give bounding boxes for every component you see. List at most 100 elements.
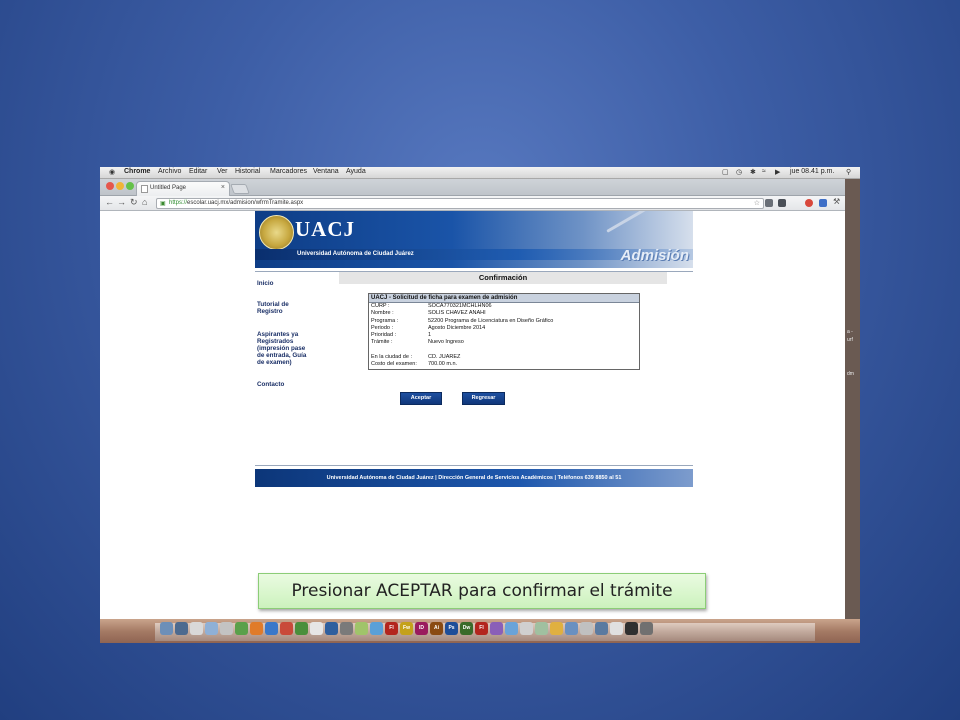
dock-app-icon[interactable] [610, 622, 623, 635]
sidebar-item-contacto[interactable]: Contacto [257, 381, 284, 388]
dock-app-icon[interactable] [250, 622, 263, 635]
accept-button[interactable]: Aceptar [400, 392, 442, 405]
summary-label: Periodo : [371, 324, 394, 331]
dock-app-icon[interactable] [505, 622, 518, 635]
summary-header: UACJ - Solicitud de ficha para examen de… [369, 294, 639, 303]
bookmark-star-icon[interactable]: ☆ [754, 199, 760, 207]
zoom-window-icon[interactable] [126, 182, 134, 190]
dock-app-icon[interactable] [295, 622, 308, 635]
uacj-page: UACJ Universidad Autónoma de Ciudad Juár… [255, 211, 693, 487]
dock-app-icon[interactable]: ID [415, 622, 428, 635]
dock-app-icon[interactable] [490, 622, 503, 635]
menubar-clock[interactable]: jue 08.41 p.m. [790, 168, 834, 175]
dock-app-icon[interactable] [595, 622, 608, 635]
summary-label: En la ciudad de : [371, 354, 412, 361]
dock-app-icon[interactable]: Dw [460, 622, 473, 635]
summary-row: Trámite : Nuevo Ingreso [370, 339, 554, 346]
dock-app-icon[interactable] [565, 622, 578, 635]
wifi-icon[interactable]: ≈ [762, 168, 766, 175]
dock-app-icon[interactable] [190, 622, 203, 635]
summary-value: 700.00 m.n. [428, 361, 458, 368]
back-arrow-icon[interactable]: ← [105, 197, 114, 207]
dock-app-icon[interactable]: Fw [400, 622, 413, 635]
summary-value: 52200 Programa de Licenciatura en Diseño… [428, 317, 554, 324]
wrench-menu-icon[interactable]: ⚒ [833, 197, 840, 206]
menu-ventana[interactable]: Ventana [313, 168, 339, 175]
menu-archivo[interactable]: Archivo [158, 168, 181, 175]
back-button[interactable]: Regresar [462, 392, 505, 405]
volume-icon[interactable]: ▶ [775, 168, 780, 176]
dock-app-icon[interactable]: Fl [385, 622, 398, 635]
dock-app-icon[interactable] [340, 622, 353, 635]
summary-value: Nuevo Ingreso [428, 339, 464, 346]
dock-app-icon[interactable] [205, 622, 218, 635]
dock-app-icon[interactable] [265, 622, 278, 635]
summary-label [370, 347, 427, 354]
dock-app-icon[interactable] [580, 622, 593, 635]
reload-icon[interactable]: ↻ [130, 197, 138, 208]
apple-icon[interactable]: ◉ [109, 168, 115, 176]
desktop-edge: a - urf dm [845, 179, 860, 619]
page-action-icon[interactable] [819, 199, 827, 207]
dock-app-icon[interactable] [175, 622, 188, 635]
summary-value: 1 [428, 332, 432, 339]
dock-app-icon[interactable]: Ps [445, 622, 458, 635]
forward-arrow-icon[interactable]: → [117, 197, 126, 207]
dock-app-icon[interactable]: Fl [475, 622, 488, 635]
dock-app-icon[interactable] [220, 622, 233, 635]
url-scheme: https:// [169, 200, 188, 206]
dock-app-icon[interactable] [370, 622, 383, 635]
dock-app-icon[interactable] [535, 622, 548, 635]
menu-historial[interactable]: Historial [235, 168, 260, 175]
summary-label: Prioridad : [371, 332, 397, 339]
menu-chrome[interactable]: Chrome [124, 168, 150, 175]
sidebar-item-aspirantes[interactable]: Aspirantes ya Registrados (impresión pas… [257, 331, 306, 366]
dock-app-icon[interactable] [520, 622, 533, 635]
dock-app-icon[interactable] [160, 622, 173, 635]
dock-app-icon[interactable] [550, 622, 563, 635]
dock-app-icon[interactable] [640, 622, 653, 635]
request-summary-box: UACJ - Solicitud de ficha para examen de… [368, 293, 640, 370]
dock-app-icon[interactable]: Ai [430, 622, 443, 635]
adblock-icon[interactable] [805, 199, 813, 207]
page-icon [141, 185, 148, 193]
dock-app-icon[interactable] [235, 622, 248, 635]
time-machine-icon[interactable]: ◷ [736, 168, 742, 176]
minimize-window-icon[interactable] [116, 182, 124, 190]
summary-label: Nombre : [371, 310, 394, 317]
sidebar-item-label: Registrados [257, 338, 294, 345]
page-footer: Universidad Autónoma de Ciudad Juárez | … [255, 469, 693, 487]
menu-ver[interactable]: Ver [217, 168, 228, 175]
summary-label: Programa : [371, 317, 399, 324]
address-bar[interactable]: ▣ https://escolar.uacj.mx/admision/wfrmT… [156, 198, 764, 209]
url-path: escolar.uacj.mx/admision/wfrmTramite.asp… [187, 200, 304, 206]
extension-icon[interactable] [765, 199, 773, 207]
camera-extension-icon[interactable] [778, 199, 786, 207]
dock-app-icon[interactable] [280, 622, 293, 635]
browser-viewport: UACJ Universidad Autónoma de Ciudad Juár… [100, 211, 845, 619]
sidebar-item-inicio[interactable]: Inicio [257, 280, 273, 287]
home-icon[interactable]: ⌂ [142, 197, 147, 207]
spotlight-icon[interactable]: ⚲ [846, 168, 851, 176]
browser-tab[interactable]: Untitled Page × [136, 181, 230, 196]
new-tab-button[interactable] [230, 184, 250, 194]
dock-app-icon[interactable] [310, 622, 323, 635]
close-window-icon[interactable] [106, 182, 114, 190]
menu-editar[interactable]: Editar [189, 168, 207, 175]
sidebar-item-tutorial[interactable]: Tutorial de Registro [257, 301, 289, 315]
close-tab-icon[interactable]: × [221, 184, 225, 191]
page-title: Confirmación [339, 272, 667, 284]
pen-icon [606, 211, 660, 233]
bluetooth-icon[interactable]: ✱ [750, 168, 756, 176]
dock-app-icon[interactable] [355, 622, 368, 635]
lock-icon: ▣ [160, 201, 166, 207]
dock-app-icon[interactable] [625, 622, 638, 635]
summary-value [427, 347, 554, 354]
section-title: Admisión [620, 247, 689, 264]
menu-marcadores[interactable]: Marcadores [270, 168, 307, 175]
summary-value: Agosto Diciembre 2014 [428, 324, 486, 331]
display-icon[interactable]: ▢ [722, 168, 729, 176]
dock-app-icon[interactable] [325, 622, 338, 635]
instruction-callout: Presionar ACEPTAR para confirmar el trám… [258, 573, 706, 609]
menu-ayuda[interactable]: Ayuda [346, 168, 366, 175]
